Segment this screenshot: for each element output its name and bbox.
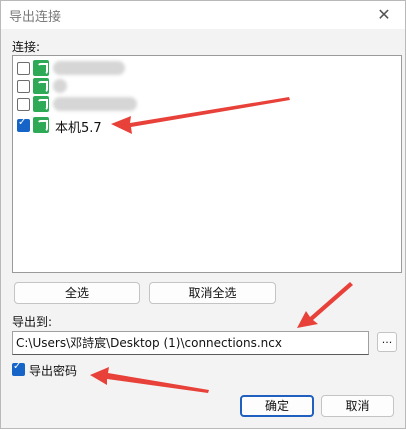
mysql-connection-icon <box>33 117 49 133</box>
checkbox[interactable] <box>17 98 30 111</box>
browse-button[interactable]: ... <box>377 332 397 352</box>
select-all-button[interactable]: 全选 <box>14 282 140 304</box>
connections-label: 连接: <box>12 40 41 54</box>
mysql-connection-icon <box>33 60 49 76</box>
checkbox[interactable] <box>17 62 30 75</box>
checkbox[interactable] <box>17 117 30 132</box>
title-bar: 导出连接 ✕ <box>1 1 405 29</box>
blurred-connection-name <box>53 97 137 111</box>
mysql-connection-icon <box>33 78 49 94</box>
mysql-connection-icon <box>33 96 49 112</box>
export-connections-dialog: 导出连接 ✕ 连接: 本机5.7 全选 取消全选 导出到: C:\Users\邓… <box>0 0 406 429</box>
ok-button[interactable]: 确定 <box>240 395 314 417</box>
window-title: 导出连接 <box>9 10 62 25</box>
export-password-option[interactable]: 导出密码 <box>12 361 102 378</box>
export-password-label: 导出密码 <box>29 364 78 378</box>
list-item[interactable] <box>17 60 397 78</box>
close-icon[interactable]: ✕ <box>373 4 395 26</box>
cancel-button[interactable]: 取消 <box>321 395 394 417</box>
list-item[interactable] <box>17 78 397 96</box>
annotation-arrow <box>90 367 209 393</box>
checkbox[interactable] <box>17 80 30 93</box>
export-path-field[interactable]: C:\Users\邓詩宸\Desktop (1)\connections.ncx <box>12 331 369 355</box>
annotation-arrow <box>297 282 353 328</box>
deselect-all-button[interactable]: 取消全选 <box>149 282 276 304</box>
list-item[interactable] <box>17 96 397 114</box>
connection-name: 本机5.7 <box>55 121 102 136</box>
export-password-checkbox[interactable] <box>12 361 25 376</box>
list-item[interactable]: 本机5.7 <box>17 117 397 136</box>
blurred-connection-name <box>53 61 125 75</box>
export-to-label: 导出到: <box>12 315 53 329</box>
blurred-connection-name <box>53 79 67 93</box>
connection-list[interactable]: 本机5.7 <box>12 55 402 273</box>
